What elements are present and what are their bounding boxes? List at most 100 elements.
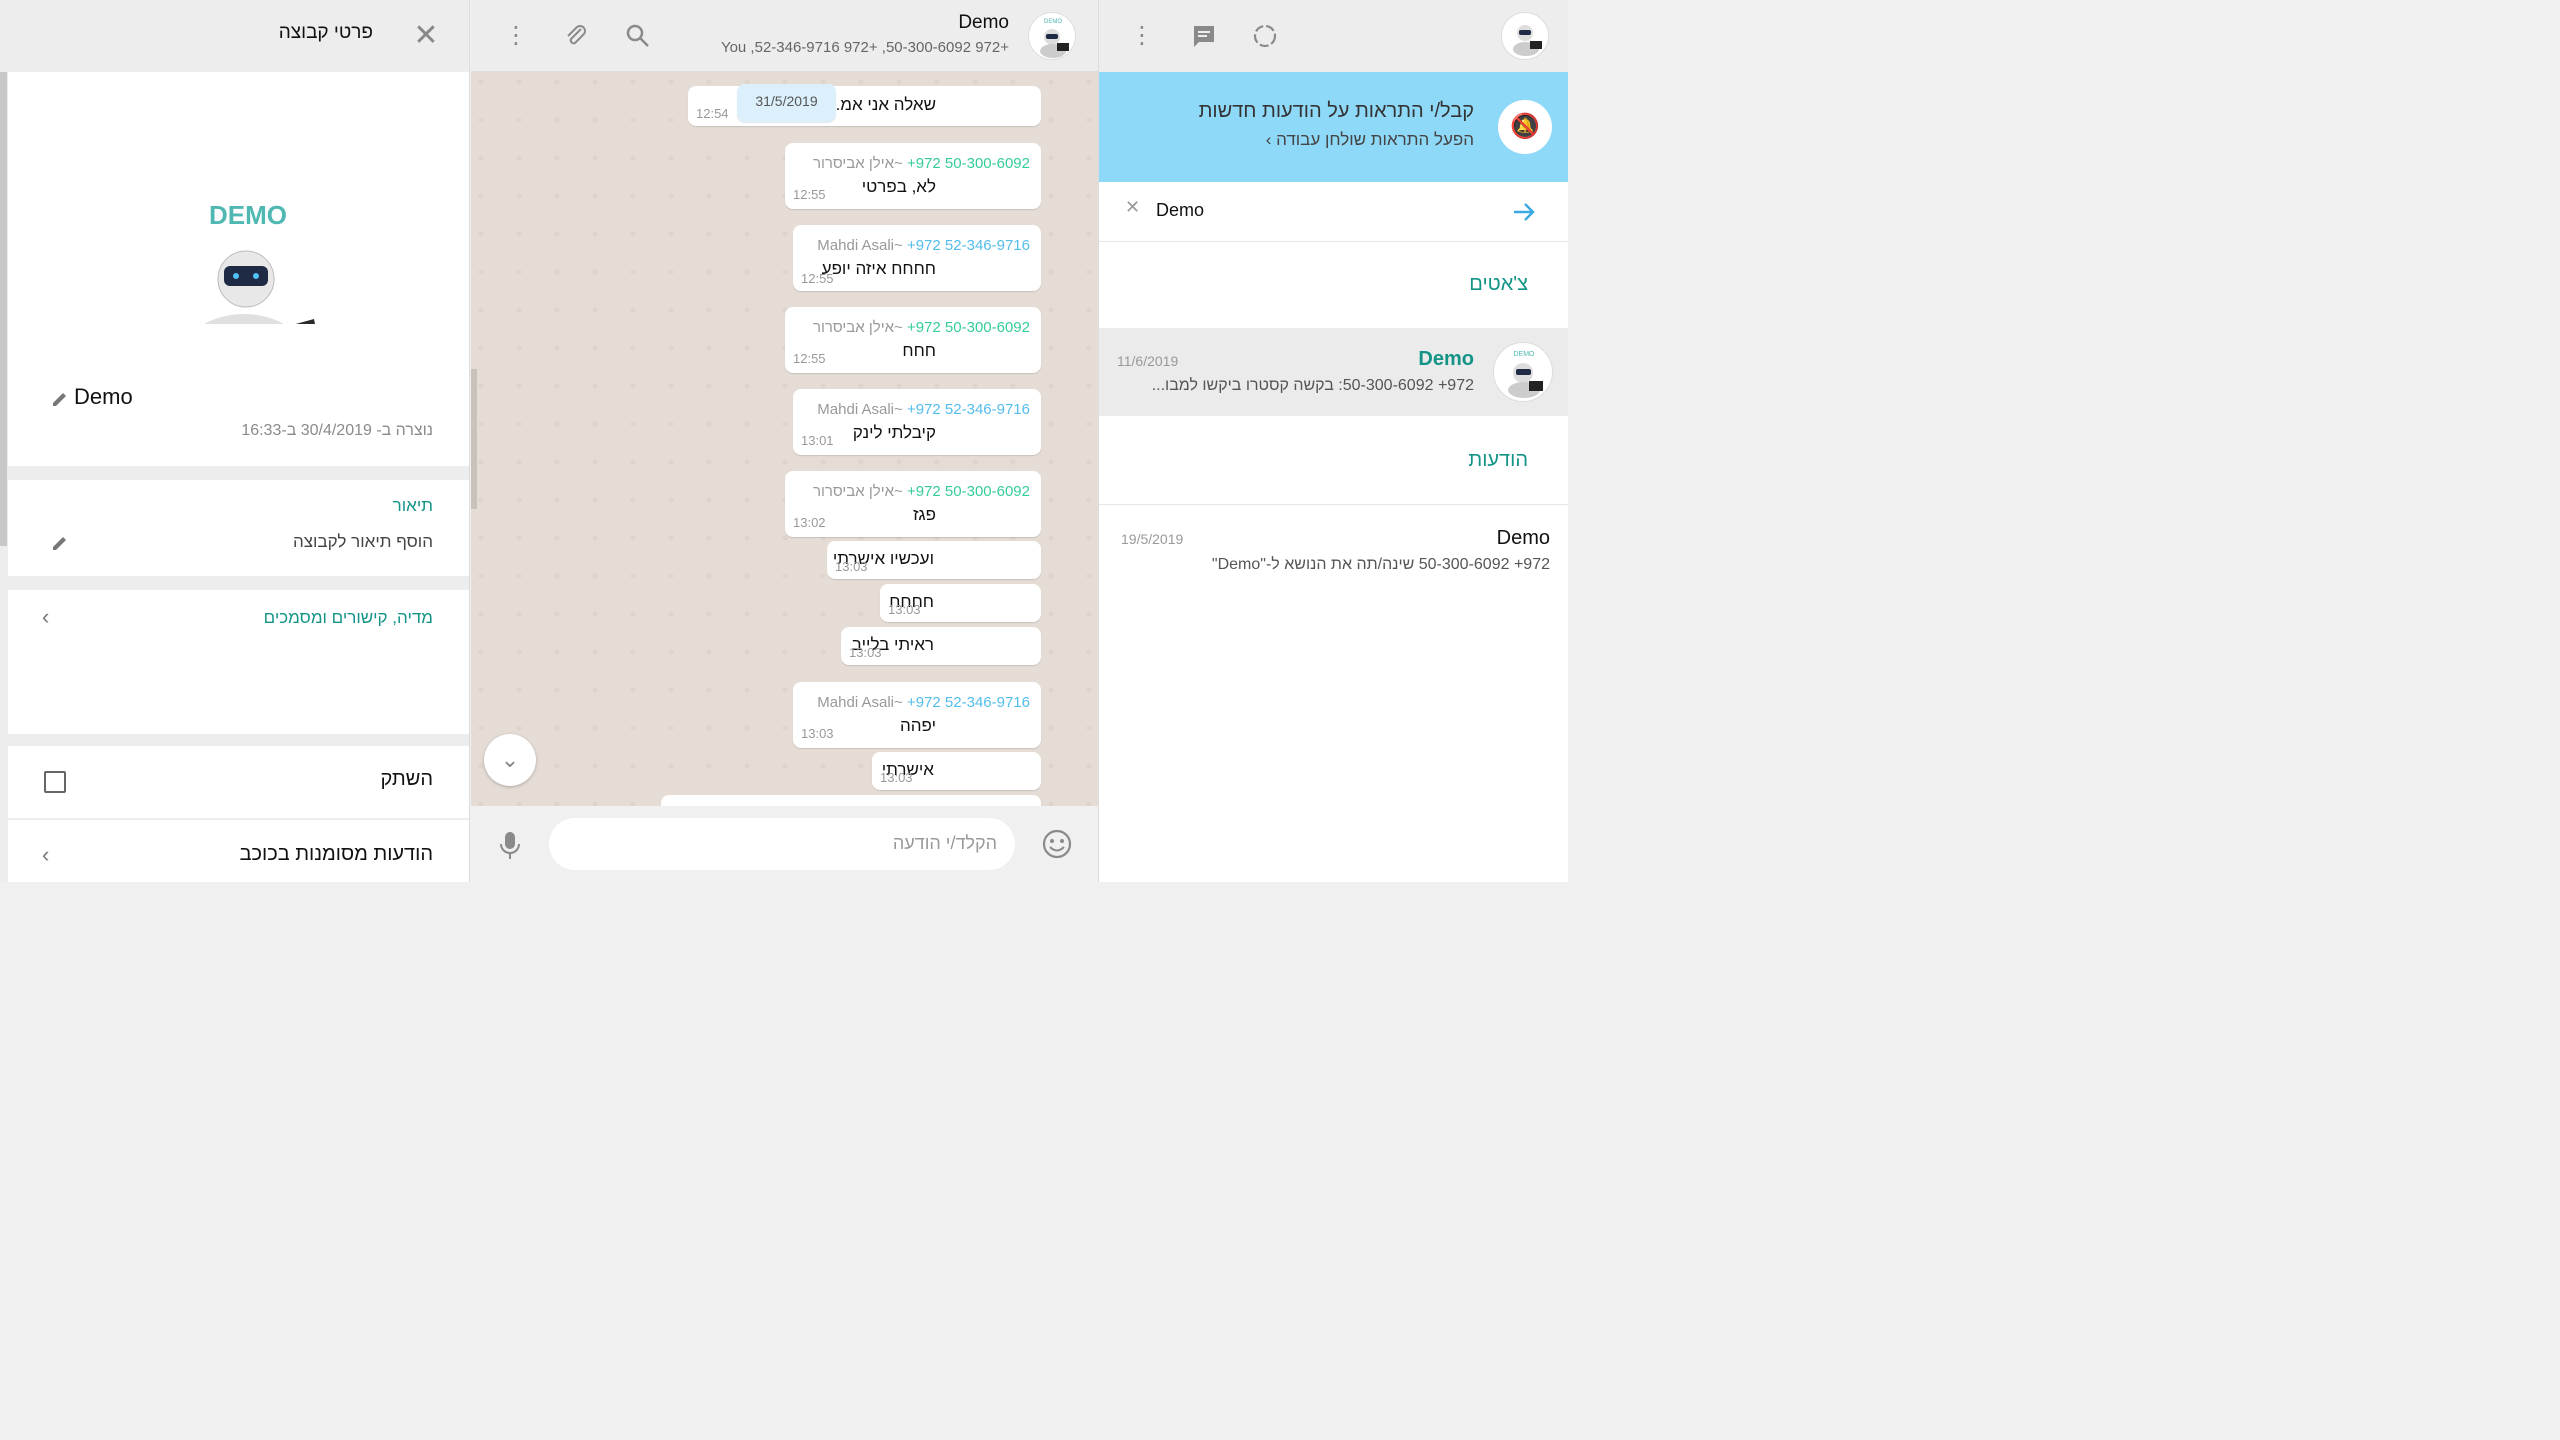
robot-icon bbox=[1513, 25, 1542, 56]
robot-icon: DEMO bbox=[184, 200, 324, 394]
message-sender: 50-300-6092 972+ ~אילן אביסרור bbox=[812, 319, 1030, 336]
chat-row-name: Demo bbox=[1418, 348, 1474, 370]
arrow-right-icon[interactable] bbox=[1511, 199, 1537, 225]
chat-participants: You ,52-346-9716 972+ ,50-300-6092 972+ bbox=[720, 39, 1009, 56]
message-time: 13:02 bbox=[793, 515, 826, 530]
notification-title: קבל/י התראות על הודעות חדשות bbox=[1198, 100, 1474, 122]
message-time: 13:03 bbox=[888, 602, 921, 617]
message-time: 13:03 bbox=[835, 559, 868, 574]
message-text: חחחח איזה יופע bbox=[821, 259, 936, 278]
clear-search-icon[interactable]: ✕ bbox=[1125, 197, 1140, 218]
message-text: קיבלתי לינק bbox=[852, 423, 936, 442]
message-time: 13:01 bbox=[801, 433, 834, 448]
message-bubble[interactable]: 50-300-6092 972+ ~אילן אביסרור לא, בפרטי… bbox=[785, 143, 1041, 209]
composer: הקלד/י הודעה bbox=[471, 806, 1098, 882]
messages-section-header: הודעות bbox=[1468, 449, 1528, 471]
date-divider: 31/5/2019 bbox=[737, 84, 836, 122]
search-input[interactable]: Demo bbox=[1156, 200, 1204, 221]
message-input[interactable]: הקלד/י הודעה bbox=[549, 818, 1015, 870]
attach-icon[interactable] bbox=[561, 21, 591, 51]
chevron-left-icon[interactable]: ‹ bbox=[42, 604, 49, 630]
enable-notifications-link[interactable]: הפעל התראות שולחן עבודה › bbox=[1266, 130, 1474, 150]
message-sender: 52-346-9716 972+ ~Mahdi Asali bbox=[817, 401, 1030, 418]
bell-off-icon: 🔕 bbox=[1498, 100, 1552, 154]
message-text: יפהה bbox=[900, 716, 936, 735]
message-bubble[interactable]: 50-300-6092 972+ ~אילן אביסרור חחח 12:55 bbox=[785, 307, 1041, 373]
starred-row[interactable]: הודעות מסומנות בכוכב ‹ bbox=[8, 820, 469, 882]
message-result-date: 19/5/2019 bbox=[1121, 531, 1184, 547]
message-bubble[interactable]: ועכשיו אישרתי 13:03 bbox=[827, 541, 1041, 579]
scrollbar[interactable] bbox=[0, 72, 7, 546]
svg-text:DEMO: DEMO bbox=[1044, 19, 1062, 25]
group-avatar[interactable]: DEMO bbox=[164, 134, 334, 394]
status-icon[interactable] bbox=[1250, 21, 1280, 51]
search-icon[interactable] bbox=[623, 21, 653, 51]
message-sender: 52-346-9716 972+ ~Mahdi Asali bbox=[817, 694, 1030, 711]
scrollbar[interactable] bbox=[471, 369, 477, 509]
message-time: 13:03 bbox=[880, 770, 913, 785]
message-sender: 50-300-6092 972+ ~אילן אביסרור bbox=[812, 483, 1030, 500]
chat-list-panel: ⋮ קבל/י התראות על הודעות חדשות הפעל התרא… bbox=[1098, 0, 1568, 882]
message-sender: 52-346-9716 972+ ~Mahdi Asali bbox=[817, 237, 1030, 254]
search-bar[interactable]: ✕ Demo bbox=[1099, 182, 1568, 242]
mute-row[interactable]: השתק bbox=[8, 746, 469, 818]
starred-label: הודעות מסומנות בכוכב bbox=[239, 843, 433, 865]
chat-row-date: 11/6/2019 bbox=[1117, 353, 1179, 369]
chat-panel: ⋮ Demo You ,52-346-9716 972+ ,50-300-609… bbox=[471, 0, 1098, 882]
message-result-preview: 972+ 50-300-6092 שינה/תה את הנושא ל-"Dem… bbox=[1211, 556, 1550, 573]
description-placeholder[interactable]: הוסף תיאור לקבוצה bbox=[293, 532, 433, 552]
message-bubble[interactable]: חחחח 13:03 bbox=[880, 584, 1041, 622]
description-card: תיאור הוסף תיאור לקבוצה bbox=[8, 480, 469, 576]
group-info-title: פרטי קבוצה bbox=[278, 22, 373, 43]
emoji-icon[interactable] bbox=[1041, 828, 1073, 860]
robot-icon: DEMO bbox=[1040, 19, 1069, 58]
group-info-panel: ✕ פרטי קבוצה DEMO Demo נוצרה ב- 30/4/201… bbox=[0, 0, 470, 882]
group-profile-card: DEMO Demo נוצרה ב- 30/4/2019 ב-16:33 bbox=[8, 72, 469, 466]
notification-banner[interactable]: קבל/י התראות על הודעות חדשות הפעל התראות… bbox=[1099, 72, 1568, 182]
message-bubble[interactable]: 50-300-6092 972+ ~אילן אביסרור פגז 13:02 bbox=[785, 471, 1041, 537]
edit-description-icon[interactable] bbox=[50, 532, 70, 552]
message-time: 13:03 bbox=[849, 645, 882, 660]
message-bubble[interactable]: 52-346-9716 972+ ~Mahdi Asali יפהה 13:03 bbox=[793, 682, 1041, 748]
chat-title: Demo bbox=[958, 12, 1009, 33]
input-placeholder: הקלד/י הודעה bbox=[892, 833, 997, 853]
description-label: תיאור bbox=[392, 496, 433, 515]
message-time: 12:55 bbox=[793, 187, 826, 202]
chevron-left-icon[interactable]: ‹ bbox=[42, 842, 49, 868]
edit-name-icon[interactable] bbox=[50, 388, 70, 408]
message-text: לא, בפרטי bbox=[861, 177, 936, 196]
chevron-down-icon: ⌄ bbox=[500, 747, 520, 772]
menu-icon[interactable]: ⋮ bbox=[1127, 21, 1157, 51]
microphone-icon[interactable] bbox=[497, 830, 523, 860]
created-date: נוצרה ב- 30/4/2019 ב-16:33 bbox=[241, 422, 433, 439]
chat-header[interactable]: ⋮ Demo You ,52-346-9716 972+ ,50-300-609… bbox=[471, 0, 1098, 72]
user-avatar[interactable] bbox=[1501, 12, 1549, 60]
chat-row-demo[interactable]: DEMO Demo 11/6/2019 972+ 50-300-6092: בק… bbox=[1099, 328, 1568, 416]
svg-text:DEMO: DEMO bbox=[1514, 351, 1536, 358]
message-bubble[interactable]: אישרתי 13:03 bbox=[872, 752, 1041, 790]
mute-checkbox[interactable] bbox=[44, 771, 66, 793]
chat-avatar[interactable]: DEMO bbox=[1028, 12, 1076, 60]
message-list[interactable]: שאלה אני אמ... כאן? 12:54 31/5/2019 50-3… bbox=[471, 72, 1098, 806]
media-label[interactable]: מדיה, קישורים ומסמכים bbox=[264, 608, 433, 628]
message-time: 12:55 bbox=[801, 271, 834, 286]
robot-icon: DEMO bbox=[1508, 351, 1543, 398]
mute-label: השתק bbox=[380, 768, 434, 790]
menu-icon[interactable]: ⋮ bbox=[501, 21, 531, 51]
message-time: 12:55 bbox=[793, 351, 826, 366]
scroll-down-button[interactable]: ⌄ bbox=[484, 734, 536, 786]
message-bubble[interactable]: ראיתי בלייב 13:03 bbox=[841, 627, 1041, 665]
message-bubble[interactable]: 52-346-9716 972+ ~Mahdi Asali חחחח איזה … bbox=[793, 225, 1041, 291]
message-bubble[interactable] bbox=[661, 795, 1041, 806]
message-bubble[interactable]: 52-346-9716 972+ ~Mahdi Asali קיבלתי לינ… bbox=[793, 389, 1041, 455]
close-icon[interactable]: ✕ bbox=[412, 21, 440, 51]
chat-list-header: ⋮ bbox=[1099, 0, 1568, 72]
new-chat-icon[interactable] bbox=[1189, 21, 1219, 51]
message-time: 13:03 bbox=[801, 726, 834, 741]
message-sender: 50-300-6092 972+ ~אילן אביסרור bbox=[812, 155, 1030, 172]
message-result-name: Demo bbox=[1496, 527, 1550, 549]
chats-section-header: צ'אטים bbox=[1469, 273, 1528, 295]
svg-text:DEMO: DEMO bbox=[209, 200, 287, 230]
media-card[interactable]: מדיה, קישורים ומסמכים ‹ bbox=[8, 590, 469, 734]
chat-row-avatar: DEMO bbox=[1493, 342, 1553, 402]
